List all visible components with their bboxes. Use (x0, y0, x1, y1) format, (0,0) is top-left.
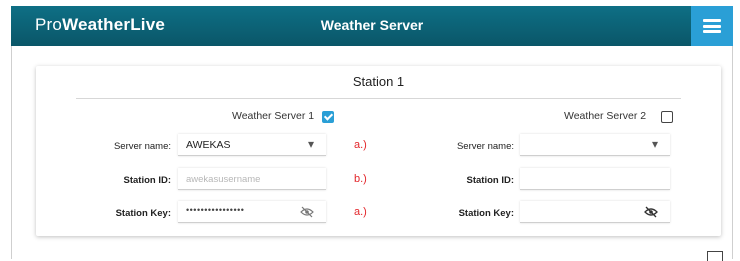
hamburger-icon (703, 19, 721, 33)
page-title: Weather Server (320, 17, 424, 33)
chevron-down-icon: ▾ (307, 137, 314, 151)
eye-off-icon[interactable] (644, 206, 658, 218)
menu-button[interactable] (691, 6, 733, 46)
weather-server-1-checkbox[interactable] (322, 111, 334, 123)
server-2-key-input[interactable] (520, 201, 670, 223)
server-2-key-label: Station Key: (458, 208, 514, 219)
station-card: Station 1 Weather Server 1 Weather Serve… (36, 66, 721, 236)
server-1-name-label: Server name: (113, 141, 171, 152)
server-1-key-input[interactable]: •••••••••••••••• (178, 201, 326, 223)
weather-server-2-label: Weather Server 2 (564, 110, 647, 122)
weather-server-1-label: Weather Server 1 (232, 110, 315, 122)
server-2-name-select[interactable]: ▾ (520, 134, 670, 156)
title-divider (76, 98, 681, 99)
station-title: Station 1 (352, 74, 405, 89)
server-2-id-input[interactable] (520, 168, 670, 190)
annotation-a-2: a.) (354, 206, 367, 218)
server-1-key-value: •••••••••••••••• (186, 205, 245, 215)
annotation-a-1: a.) (354, 139, 367, 151)
server-1-name-value: AWEKAS (186, 139, 231, 151)
app-header: ProWeatherLive Weather Server (11, 6, 733, 46)
eye-off-icon[interactable] (300, 206, 314, 218)
server-1-key-label: Station Key: (115, 208, 171, 219)
corner-checkbox[interactable] (707, 251, 723, 261)
server-1-name-select[interactable]: AWEKAS ▾ (178, 134, 326, 156)
chevron-down-icon: ▾ (651, 137, 658, 151)
server-1-id-label: Station ID: (123, 175, 172, 186)
server-2-id-label: Station ID: (466, 175, 515, 186)
server-2-name-label: Server name: (456, 141, 514, 152)
annotation-b: b.) (354, 173, 367, 185)
server-1-id-input[interactable]: awekasusername (178, 168, 326, 190)
server-1-id-placeholder: awekasusername (186, 174, 261, 185)
weather-server-2-checkbox[interactable] (661, 111, 673, 123)
